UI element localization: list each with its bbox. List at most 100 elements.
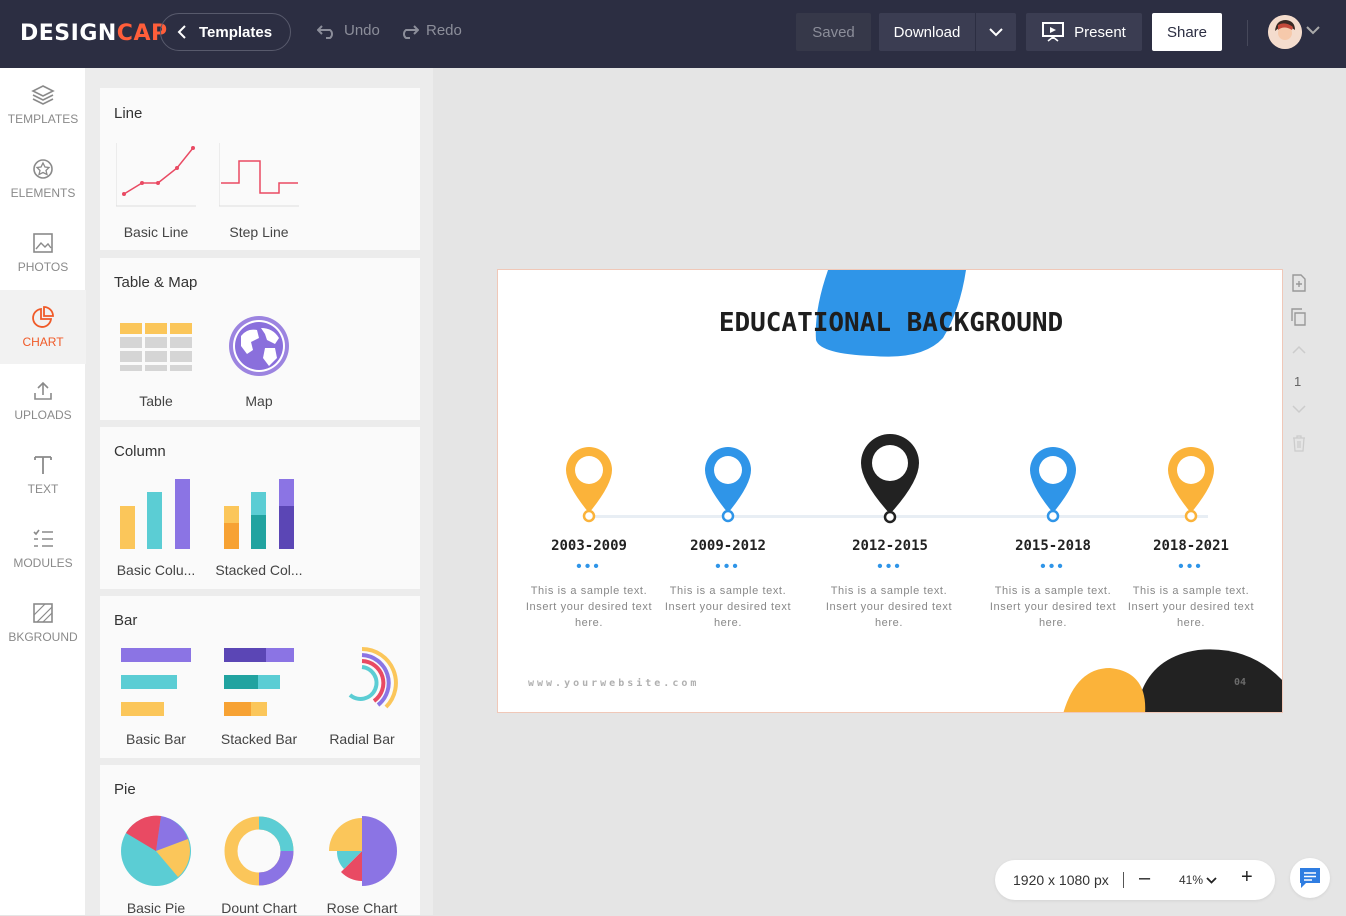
rail-label: UPLOADS [14, 408, 72, 422]
milestone-description[interactable]: This is a sample text. Insert your desir… [988, 583, 1118, 631]
zoom-in-button[interactable]: + [1241, 866, 1253, 889]
location-pin-icon[interactable] [703, 445, 753, 525]
redo-label: Redo [426, 22, 462, 39]
step-line-label: Step Line [229, 224, 289, 240]
slide-page-number[interactable]: 04 [1234, 677, 1246, 688]
map-label: Map [245, 393, 273, 409]
download-options-button[interactable] [976, 13, 1016, 51]
undo-button[interactable]: Undo [317, 22, 380, 39]
location-pin-icon[interactable] [1166, 445, 1216, 525]
chevron-down-icon [989, 27, 1003, 36]
milestone-year[interactable]: 2018-2021 [1136, 538, 1246, 554]
basic-line-chart-thumb[interactable] [116, 143, 196, 207]
image-icon [33, 233, 53, 253]
rail-item-background[interactable]: BKGROUND [0, 586, 86, 660]
rail-label: BKGROUND [8, 630, 78, 644]
section-title: Column [114, 443, 166, 460]
rail-item-uploads[interactable]: UPLOADS [0, 364, 86, 438]
milestone-dots: ••• [1178, 558, 1204, 575]
zoom-divider [1123, 872, 1124, 888]
pie-chart-icon [32, 306, 54, 328]
rose-chart-thumb[interactable] [326, 815, 398, 887]
milestone-dots: ••• [576, 558, 602, 575]
location-pin-icon[interactable] [859, 432, 921, 526]
rail-label: PHOTOS [17, 260, 69, 274]
undo-label: Undo [344, 22, 380, 39]
website-text[interactable]: www.yourwebsite.com [528, 678, 699, 689]
milestone-year[interactable]: 2003-2009 [534, 538, 644, 554]
canvas-title[interactable]: EDUCATIONAL BACKGROUND [498, 308, 1282, 338]
chart-panel: Line Basic Line Step Line Table & Map Ta… [86, 68, 433, 916]
milestone-description[interactable]: This is a sample text. Insert your desir… [1126, 583, 1256, 631]
location-pin-icon[interactable] [564, 445, 614, 525]
rail-label: TEXT [27, 482, 59, 496]
zoom-bar: 1920 x 1080 px – 41% + [995, 860, 1275, 900]
present-label: Present [1074, 23, 1126, 41]
page-down-icon[interactable] [1290, 403, 1308, 415]
table-chart-thumb[interactable] [120, 323, 192, 371]
section-title: Table & Map [114, 274, 198, 291]
rail-label: ELEMENTS [10, 186, 76, 200]
section-line: Line Basic Line Step Line [100, 88, 420, 250]
top-bar: DESIGNCAP Templates Undo Redo Saved Down… [0, 0, 1346, 68]
milestone-description[interactable]: This is a sample text. Insert your desir… [824, 583, 954, 631]
presentation-icon [1042, 22, 1065, 42]
chevron-left-icon [177, 25, 186, 39]
share-button[interactable]: Share [1152, 13, 1222, 51]
basic-line-label: Basic Line [123, 224, 189, 240]
zoom-level-dropdown[interactable]: 41% [1179, 873, 1217, 887]
upload-icon [34, 381, 52, 400]
download-button[interactable]: Download [879, 13, 975, 51]
map-globe-icon[interactable] [227, 314, 291, 378]
rail-item-templates[interactable]: TEMPLATES [0, 68, 86, 142]
chat-icon [1300, 868, 1320, 888]
list-icon [33, 529, 53, 547]
milestone-description[interactable]: This is a sample text. Insert your desir… [524, 583, 654, 631]
templates-back-button[interactable]: Templates [160, 13, 291, 51]
page-indicator: 1 [1294, 374, 1302, 389]
location-pin-icon[interactable] [1028, 445, 1078, 525]
milestone-year[interactable]: 2009-2012 [673, 538, 783, 554]
step-line-chart-thumb[interactable] [219, 143, 299, 207]
basic-column-label: Basic Colu... [116, 562, 196, 578]
basic-bar-chart-thumb[interactable] [121, 648, 193, 718]
layers-icon [31, 85, 55, 105]
milestone-year[interactable]: 2012-2015 [835, 538, 945, 554]
duplicate-page-icon[interactable] [1290, 308, 1308, 326]
rail-item-elements[interactable]: ELEMENTS [0, 142, 86, 216]
radial-bar-chart-thumb[interactable] [326, 647, 398, 719]
rail-item-text[interactable]: TEXT [0, 438, 86, 512]
rail-item-photos[interactable]: PHOTOS [0, 216, 86, 290]
rail-item-chart[interactable]: CHART [0, 290, 86, 364]
section-pie: Pie Basic Pie Dount Chart Rose Chart [100, 765, 420, 916]
chat-support-button[interactable] [1290, 858, 1330, 898]
donut-chart-thumb[interactable] [223, 815, 295, 887]
add-page-icon[interactable] [1290, 274, 1308, 292]
stacked-column-chart-thumb[interactable] [224, 479, 296, 549]
account-chevron-down-icon[interactable] [1306, 26, 1320, 35]
chevron-down-icon [1206, 876, 1217, 884]
basic-column-chart-thumb[interactable] [120, 479, 192, 549]
milestone-year[interactable]: 2015-2018 [998, 538, 1108, 554]
basic-pie-chart-thumb[interactable] [120, 815, 192, 887]
canvas-size-label: 1920 x 1080 px [1013, 872, 1109, 888]
stacked-bar-chart-thumb[interactable] [224, 648, 296, 718]
rail-item-modules[interactable]: MODULES [0, 512, 86, 586]
saved-button[interactable]: Saved [796, 13, 871, 51]
user-avatar[interactable] [1268, 15, 1302, 49]
milestone-dots: ••• [877, 558, 903, 575]
rail-label: MODULES [13, 556, 73, 570]
elements-icon [33, 159, 53, 179]
redo-button[interactable]: Redo [399, 22, 462, 39]
rail-label: TEMPLATES [7, 112, 79, 126]
left-rail: TEMPLATES ELEMENTS PHOTOS CHART UPLOADS … [0, 68, 86, 915]
zoom-out-button[interactable]: – [1139, 867, 1150, 890]
page-up-icon[interactable] [1290, 344, 1308, 356]
topbar-divider [1247, 20, 1248, 46]
design-canvas[interactable]: EDUCATIONAL BACKGROUND 2003-2009 ••• Thi… [497, 269, 1283, 713]
milestone-description[interactable]: This is a sample text. Insert your desir… [663, 583, 793, 631]
designcap-logo[interactable]: DESIGNCAP [20, 21, 168, 46]
delete-page-icon[interactable] [1290, 434, 1308, 452]
present-button[interactable]: Present [1026, 13, 1142, 51]
section-title: Line [114, 105, 143, 122]
